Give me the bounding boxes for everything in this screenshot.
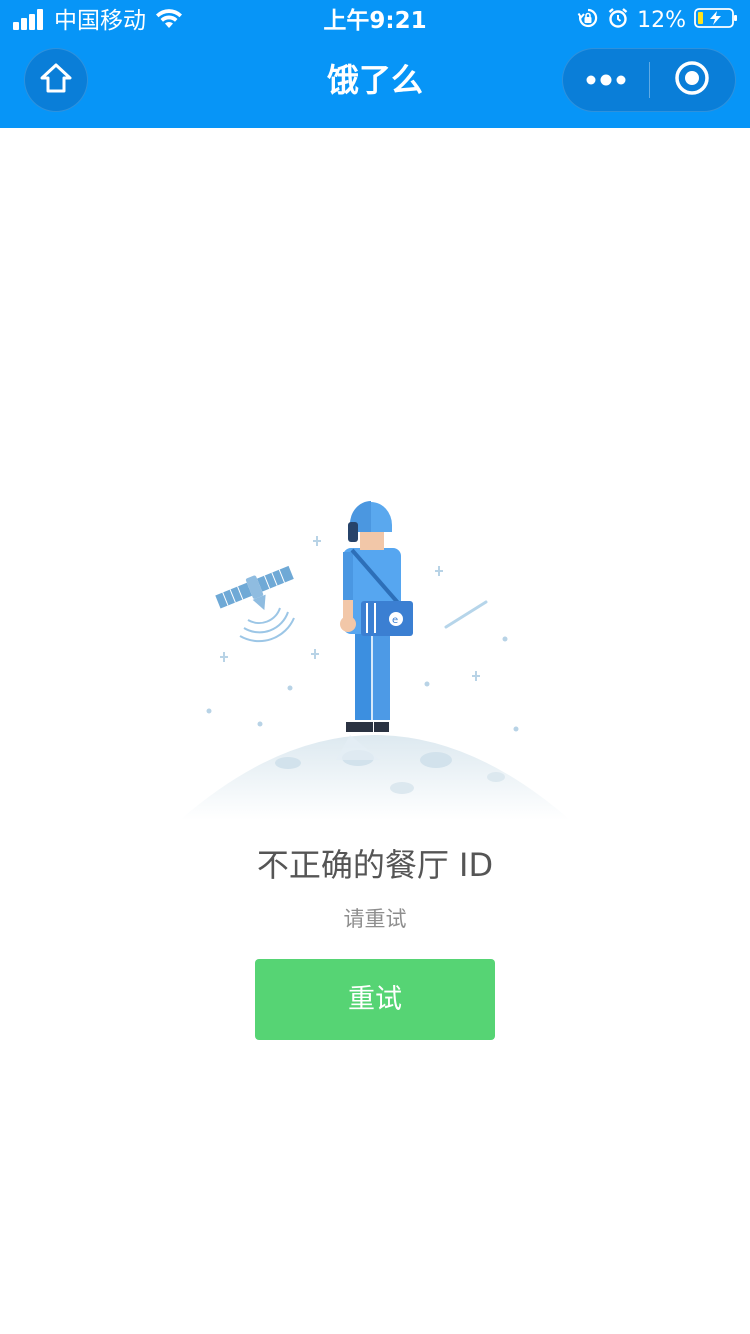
more-dots-icon [586, 71, 626, 90]
courier-figure: e [336, 501, 413, 760]
orientation-lock-icon [577, 7, 599, 35]
satellite-icon [215, 565, 295, 643]
capsule-menu [562, 48, 736, 112]
shooting-star [444, 600, 488, 629]
error-illustration: e [170, 490, 580, 830]
svg-text:e: e [392, 615, 398, 626]
nav-bar: 饿了么 [0, 40, 750, 128]
app-header: 中国移动 上午9:21 12% 饿了么 [0, 0, 750, 128]
more-button[interactable] [563, 48, 649, 112]
moon-surface [180, 735, 570, 820]
alarm-icon [607, 7, 629, 35]
close-circle-icon [674, 60, 710, 100]
status-right: 12% [577, 4, 738, 38]
status-bar: 中国移动 上午9:21 12% [0, 0, 750, 40]
error-title: 不正确的餐厅 ID [256, 846, 494, 884]
battery-percent: 12% [637, 8, 686, 33]
error-subtitle: 请重试 [343, 907, 407, 931]
retry-button[interactable]: 重试 [255, 959, 495, 1040]
close-button[interactable] [650, 48, 736, 112]
battery-icon [694, 7, 738, 35]
